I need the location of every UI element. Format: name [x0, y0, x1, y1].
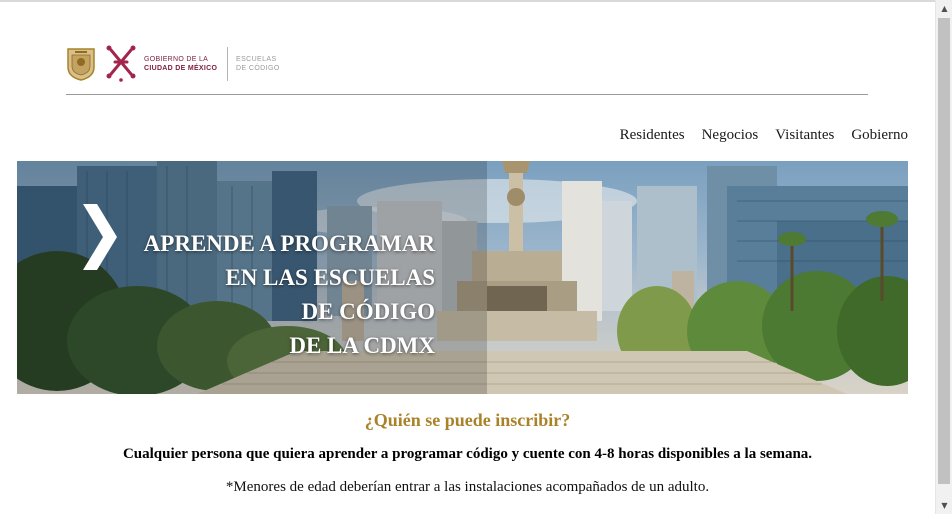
logo-text-ciudad: CIUDAD DE MÉXICO — [144, 65, 218, 72]
nav-link-visitantes[interactable]: Visitantes — [775, 127, 834, 144]
logo-text-escuelas: ESCUELAS — [236, 56, 277, 63]
eligibility-heading: ¿Quién se puede inscribir? — [364, 410, 571, 430]
nav-link-residentes[interactable]: Residentes — [620, 127, 685, 144]
hero-title-line: DE CÓDIGO — [301, 299, 435, 324]
nav-link-gobierno[interactable]: Gobierno — [851, 127, 908, 144]
vertical-scrollbar[interactable]: ▲ ▼ — [935, 0, 952, 514]
site-header: GOBIERNO DE LA CIUDAD DE MÉXICO ESCUELAS… — [66, 44, 868, 94]
hero-title-line: EN LAS ESCUELAS — [225, 265, 435, 290]
scroll-up-arrow-icon[interactable]: ▲ — [936, 0, 952, 17]
eligibility-text: Cualquier persona que quiera aprender a … — [122, 446, 813, 462]
scroll-thumb[interactable] — [938, 18, 950, 484]
window-top-border — [0, 0, 935, 2]
logo-text-de-codigo: DE CÓDIGO — [236, 65, 280, 72]
cdmx-logo-icon — [106, 45, 136, 82]
hero-title-line: DE LA CDMX — [289, 333, 435, 358]
main-nav: Residentes Negocios Visitantes Gobierno — [620, 127, 908, 144]
minors-note: *Menores de edad deberían entrar a las i… — [225, 479, 710, 495]
hero-title: APRENDE A PROGRAMAR EN LAS ESCUELAS DE C… — [144, 227, 435, 363]
chevron-right-icon — [83, 204, 117, 270]
hero-title-line: APRENDE A PROGRAMAR — [143, 231, 435, 256]
hero-banner: APRENDE A PROGRAMAR EN LAS ESCUELAS DE C… — [17, 161, 908, 394]
scroll-down-arrow-icon[interactable]: ▼ — [936, 497, 952, 514]
coat-of-arms-icon — [67, 48, 95, 81]
header-divider — [66, 94, 868, 95]
logo-text-gobierno: GOBIERNO DE LA — [144, 56, 209, 63]
nav-link-negocios[interactable]: Negocios — [702, 127, 759, 144]
logo-divider — [227, 47, 228, 81]
